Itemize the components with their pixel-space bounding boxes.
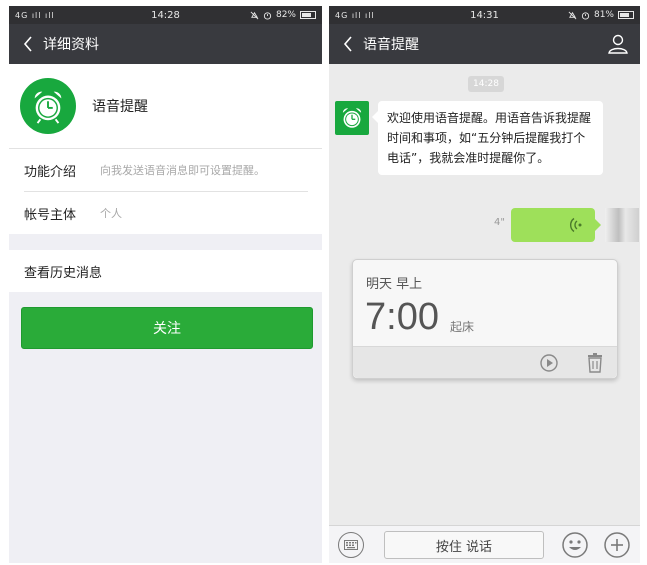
alarm-clock-icon[interactable] [335,101,369,135]
alarm-date: 明天 早上 [366,277,423,292]
nav-bar: 语音提醒 [329,24,640,64]
status-bar: 4G ıll ıll 14:28 82% [9,6,322,24]
signal-indicator: 4G ıll ıll [335,10,375,20]
alarm-actions [353,346,617,378]
plus-icon[interactable] [603,531,631,563]
history-messages-row[interactable]: 查看历史消息 [9,250,322,292]
chat-area[interactable]: 14:28 欢迎使用语音提醒。用语音告诉我提醒时间和事项，如“五分钟后提醒我打个… [329,64,640,523]
status-bar: 4G ıll ıll 14:31 81% [329,6,640,24]
page-title: 详细资料 [43,37,99,53]
battery-fill [620,13,630,17]
row-label: 帐号主体 [24,207,77,223]
battery-icon [618,11,634,19]
profile-header: 语音提醒 [9,64,322,148]
avatar[interactable] [605,208,639,242]
chat-title: 语音提醒 [363,37,419,53]
battery-fill [302,13,312,17]
back-icon[interactable] [333,24,363,64]
alarm-card[interactable]: 明天 早上 7:00 起床 [352,259,618,379]
nav-bar: 详细资料 [9,24,322,64]
row-label: 功能介绍 [24,164,77,180]
left-screen: 4G ıll ıll 14:28 82% 详细资料 语音提醒 功能介绍 向我发送… [9,6,322,563]
profile-card: 语音提醒 功能介绍 向我发送语音消息即可设置提醒。 帐号主体 个人 [9,64,322,234]
voice-duration: 4" [494,217,505,228]
mute-icon [250,11,259,19]
hold-to-talk-button[interactable]: 按住 说话 [384,531,544,559]
play-icon[interactable] [539,353,559,377]
status-right: 82% [250,10,316,20]
info-row-owner: 帐号主体 个人 [9,192,322,234]
battery-percent: 82% [275,10,296,20]
follow-button[interactable]: 关注 [21,307,313,349]
battery-percent: 81% [593,10,614,20]
voice-message-bubble[interactable] [511,208,601,242]
profile-icon[interactable] [606,32,630,56]
alarm-clock-icon [20,78,76,134]
alarm-label: 起床 [450,320,475,334]
keyboard-icon[interactable] [338,532,364,558]
alarm-status-icon [263,11,272,20]
alarm-status-icon [581,11,590,20]
message-timestamp: 14:28 [468,76,504,92]
incoming-message-bubble[interactable]: 欢迎使用语音提醒。用语音告诉我提醒时间和事项，如“五分钟后提醒我打个电话”，我就… [372,101,603,175]
signal-indicator: 4G ıll ıll [15,10,55,20]
chat-input-bar: 按住 说话 [329,525,640,563]
voice-wave-icon [570,217,582,233]
alarm-time: 7:00 [365,296,439,338]
row-value: 向我发送语音消息即可设置提醒。 [100,164,265,177]
trash-icon[interactable] [585,352,605,378]
battery-icon [300,11,316,19]
right-screen: 4G ıll ıll 14:31 81% 语音提醒 14:28 欢迎使用语音提醒… [329,6,640,563]
history-label: 查看历史消息 [24,265,103,281]
status-right: 81% [568,10,634,20]
emoji-icon[interactable] [561,531,589,563]
mute-icon [568,11,577,19]
info-row-intro: 功能介绍 向我发送语音消息即可设置提醒。 [9,149,322,191]
profile-name: 语音提醒 [92,99,148,115]
row-value: 个人 [100,207,122,220]
back-icon[interactable] [13,24,43,64]
